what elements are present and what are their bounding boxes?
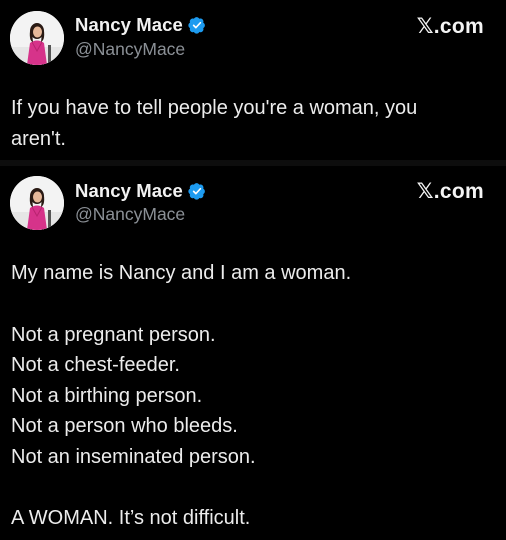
- post-text-line: Not a pregnant person.: [11, 323, 216, 346]
- x-logo[interactable]: 𝕏.com: [417, 14, 484, 39]
- avatar[interactable]: [10, 11, 64, 65]
- post-text-line: aren't.: [11, 127, 66, 150]
- author-handle[interactable]: @NancyMace: [75, 204, 185, 225]
- verified-badge-icon: [188, 183, 205, 200]
- post-text-line: Not a person who bleeds.: [11, 415, 238, 437]
- post-text: If you have to tell people you're a woma…: [11, 93, 492, 154]
- author-name[interactable]: Nancy Mace: [75, 14, 183, 36]
- verified-badge-icon: [188, 17, 205, 34]
- author-handle[interactable]: @NancyMace: [75, 39, 185, 60]
- author-name-row: Nancy Mace: [75, 180, 206, 202]
- post-card-1[interactable]: Nancy Mace @NancyMace 𝕏.com If you have …: [0, 0, 506, 160]
- author-name[interactable]: Nancy Mace: [75, 180, 183, 202]
- post-card-2[interactable]: Nancy Mace @NancyMace 𝕏.com My name is N…: [0, 166, 506, 540]
- post-text-line: Not an inseminated person.: [11, 445, 256, 468]
- post-text-line: My name is Nancy and I am a woman.: [11, 262, 352, 284]
- profile-photo-icon: [10, 176, 64, 230]
- post-text: My name is Nancy and I am a woman. Not a…: [11, 258, 492, 534]
- avatar[interactable]: [10, 176, 64, 230]
- post-text-line: Not a chest-feeder.: [11, 354, 180, 376]
- profile-photo-icon: [10, 11, 64, 65]
- post-text-line: If you have to tell people you're a woma…: [11, 97, 418, 119]
- author-name-row: Nancy Mace: [75, 14, 206, 36]
- post-text-line: Not a birthing person.: [11, 384, 203, 407]
- post-text-line: A WOMAN. It’s not difficult.: [11, 507, 251, 529]
- x-logo[interactable]: 𝕏.com: [417, 179, 484, 204]
